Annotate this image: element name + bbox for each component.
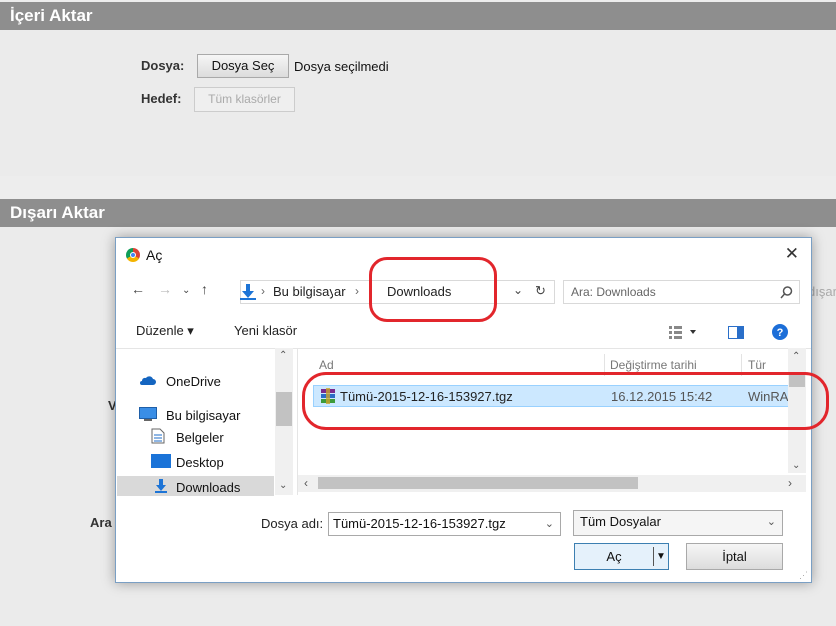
target-label: Hedef:: [141, 91, 182, 106]
filter-dropdown-icon[interactable]: ⌄: [767, 511, 776, 533]
cancel-button[interactable]: İptal: [686, 543, 783, 570]
file-type-filter[interactable]: Tüm Dosyalar ⌄: [573, 510, 783, 536]
scroll-up-icon[interactable]: ⌃: [279, 350, 287, 361]
nav-item-desktop[interactable]: Desktop: [176, 455, 224, 470]
dialog-title: Aç: [146, 247, 163, 263]
preview-pane-icon[interactable]: [728, 326, 744, 339]
search-box[interactable]: Ara: Downloads: [563, 280, 800, 304]
address-dropdown-icon[interactable]: ⌄: [513, 283, 523, 297]
column-header-name[interactable]: Ad: [319, 358, 334, 372]
svg-text:?: ?: [777, 327, 784, 339]
export-label-ara: Ara: [90, 515, 112, 530]
nav-scrollbar-thumb[interactable]: [276, 392, 292, 426]
recent-chevron-icon[interactable]: ⌄: [182, 285, 190, 296]
up-arrow-icon[interactable]: ↑: [201, 281, 208, 297]
export-side-text: dışar: [808, 284, 836, 299]
refresh-icon[interactable]: ↻: [535, 283, 546, 299]
nav-item-documents[interactable]: Belgeler: [176, 430, 224, 445]
back-arrow-icon[interactable]: ←: [131, 281, 145, 297]
filter-value: Tüm Dosyalar: [580, 514, 661, 529]
breadcrumb-chevron-icon: ›: [261, 284, 265, 298]
scroll-up-icon[interactable]: ⌃: [792, 351, 800, 362]
filename-label: Dosya adı:: [261, 516, 324, 531]
export-panel-title: Dışarı Aktar: [0, 199, 836, 227]
open-dropdown-icon[interactable]: ▼: [656, 544, 666, 569]
list-hscrollbar-thumb[interactable]: [318, 477, 638, 489]
onedrive-icon: [140, 376, 156, 385]
column-header-modified[interactable]: Değiştirme tarihi: [610, 358, 697, 372]
breadcrumb-this-pc[interactable]: Bu bilgisayar: [273, 284, 333, 299]
no-file-text: Dosya seçilmedi: [294, 59, 389, 74]
open-button-label: Aç: [606, 549, 622, 564]
filename-value: Tümü-2015-12-16-153927.tgz: [333, 516, 506, 531]
scroll-down-icon[interactable]: ⌄: [792, 460, 800, 471]
scroll-left-icon[interactable]: ‹: [304, 476, 308, 490]
choose-file-button[interactable]: Dosya Seç: [197, 54, 289, 78]
download-folder-icon: [240, 284, 256, 300]
import-panel-title: İçeri Aktar: [0, 2, 836, 30]
import-panel-body: [0, 30, 836, 176]
help-icon[interactable]: ?: [772, 324, 788, 340]
nav-item-onedrive[interactable]: OneDrive: [166, 374, 221, 389]
target-button[interactable]: Tüm klasörler: [194, 87, 295, 112]
filename-dropdown-icon[interactable]: ⌄: [545, 513, 554, 535]
resize-grip-icon[interactable]: ⋰: [799, 570, 808, 581]
open-file-dialog: Aç ✕ ← → ⌄ ↑ › Bu bilgisayar ar › Downlo…: [115, 237, 829, 583]
search-input-placeholder: Ara: Downloads: [571, 285, 656, 299]
breadcrumb-overflow: ar: [334, 284, 346, 299]
new-folder-button[interactable]: Yeni klasör: [234, 323, 297, 338]
chrome-icon: [126, 248, 140, 262]
computer-icon: [139, 407, 157, 421]
file-label: Dosya:: [141, 58, 185, 73]
view-options-icon[interactable]: [669, 325, 699, 339]
open-split-divider: [653, 547, 654, 566]
column-header-type[interactable]: Tür: [748, 358, 766, 372]
close-icon[interactable]: ✕: [785, 244, 799, 264]
scroll-down-icon[interactable]: ⌄: [279, 480, 287, 491]
navigation-pane: OneDrive Bu bilgisayar Belgeler Desktop …: [116, 348, 298, 496]
forward-arrow-icon[interactable]: →: [158, 281, 172, 297]
downloads-icon: [155, 479, 167, 493]
breadcrumb-chevron-icon: ›: [355, 284, 359, 298]
highlight-ring-address: [369, 257, 497, 322]
filename-field[interactable]: Tümü-2015-12-16-153927.tgz ⌄: [328, 512, 561, 536]
search-icon[interactable]: [780, 286, 793, 299]
open-button[interactable]: Aç ▼: [574, 543, 669, 570]
desktop-icon: [151, 454, 171, 468]
highlight-ring-file: [302, 372, 829, 430]
documents-icon: [151, 428, 165, 444]
organize-button[interactable]: Düzenle ▾: [136, 323, 194, 339]
scroll-right-icon[interactable]: ›: [788, 476, 792, 490]
nav-item-downloads[interactable]: Downloads: [176, 480, 240, 495]
nav-item-this-pc[interactable]: Bu bilgisayar: [166, 408, 240, 423]
